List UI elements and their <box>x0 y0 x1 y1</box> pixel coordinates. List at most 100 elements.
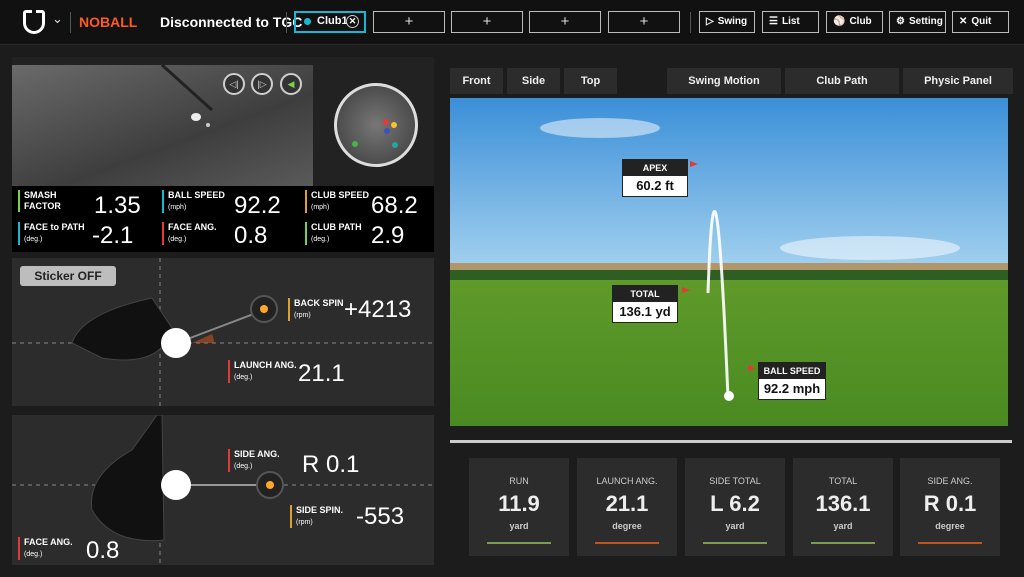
club-icon: ⚾ <box>833 16 846 27</box>
unit-text: (deg.) <box>234 374 253 381</box>
prev-frame-button[interactable]: ◁| <box>223 73 245 95</box>
course-view <box>450 98 1008 426</box>
divider-line <box>450 440 1012 443</box>
stat-value: 2.9 <box>371 222 405 249</box>
top-view-graphic <box>12 415 434 565</box>
unit-text: (mph) <box>311 204 330 211</box>
tab-side[interactable]: Side <box>507 68 560 94</box>
setting-button[interactable]: ⚙ Setting <box>889 11 946 33</box>
stat-value: 92.2 <box>234 192 281 219</box>
ball-flight-scene: APEX 60.2 ft TOTAL 136.1 yd BALL SPEED 9… <box>450 98 1008 426</box>
apex-value: 60.2 ft <box>636 178 674 193</box>
top-bar: ⌄ NOBALL Disconnected to TGC Club1 ✕ + +… <box>0 0 1024 45</box>
result-card: LAUNCH ANG. 21.1 degree <box>577 458 677 556</box>
card-value: 136.1 <box>815 491 871 516</box>
list-icon: ☰ <box>769 16 778 27</box>
quit-button-label: Quit <box>971 16 992 27</box>
result-card: SIDE ANG. R 0.1 degree <box>900 458 1000 556</box>
unit-text: (rpm) <box>294 312 311 319</box>
card-unit: yard <box>833 521 853 531</box>
tab-club-path[interactable]: Club Path <box>785 68 899 94</box>
ball-speed-value: 92.2 mph <box>763 381 821 396</box>
impact-dots <box>352 119 398 148</box>
club-button[interactable]: ⚾ Club <box>826 11 883 33</box>
stat-value: 1.35 <box>94 192 141 219</box>
brand-logo-icon[interactable] <box>23 10 45 34</box>
divider <box>690 12 691 33</box>
side-ang-label: SIDE ANG. (deg.) <box>228 449 280 472</box>
tab-club1[interactable]: Club1 ✕ <box>294 11 366 33</box>
stat-label: BALL SPEED (mph) <box>162 190 232 213</box>
unit-text: (mph) <box>168 204 187 211</box>
stat-value: 68.2 <box>371 192 418 219</box>
label-text: SIDE SPIN. <box>296 505 344 515</box>
total-value: 136.1 yd <box>619 304 671 319</box>
card-unit: degree <box>935 521 965 531</box>
card-title: SIDE ANG. <box>927 476 973 486</box>
card-accent-bar <box>703 542 767 544</box>
card-title: SIDE TOTAL <box>709 476 761 486</box>
label-text: FACE ANG. <box>24 537 73 547</box>
label-text: CLUB PATH <box>311 222 362 232</box>
tab-club1-label: Club1 <box>317 15 348 27</box>
back-spin-value: +4213 <box>344 296 412 323</box>
unit-text: (deg.) <box>24 236 43 243</box>
club-button-label: Club <box>849 16 872 27</box>
card-unit: degree <box>612 521 642 531</box>
card-unit: yard <box>725 521 745 531</box>
tab-front[interactable]: Front <box>450 68 503 94</box>
play-button[interactable]: ◀ <box>280 73 302 95</box>
close-icon: ✕ <box>959 16 968 27</box>
label-text: CLUB SPEED <box>311 190 370 200</box>
label-text: BALL SPEED <box>168 190 225 200</box>
add-club-tab-3[interactable]: + <box>529 11 601 33</box>
total-label: TOTAL <box>613 286 677 302</box>
launch-ang-label: LAUNCH ANG. (deg.) <box>228 360 297 383</box>
stat-label: CLUB SPEED (mph) <box>305 190 375 213</box>
card-value: 21.1 <box>605 491 649 516</box>
swing-button-label: Swing <box>717 16 748 27</box>
chevron-down-icon[interactable]: ⌄ <box>52 11 63 27</box>
add-club-tab-1[interactable]: + <box>373 11 445 33</box>
tab-swing-motion[interactable]: Swing Motion <box>667 68 781 94</box>
add-club-tab-4[interactable]: + <box>608 11 680 33</box>
next-frame-button[interactable]: |▷ <box>251 73 273 95</box>
divider <box>70 12 71 33</box>
apex-callout: APEX 60.2 ft <box>622 159 688 197</box>
list-button[interactable]: ☰ List <box>762 11 819 33</box>
launch-ang-value: 21.1 <box>298 360 345 387</box>
swing-button[interactable]: ▷ Swing <box>699 11 755 33</box>
mode-indicator: NOBALL <box>79 14 138 30</box>
card-value: L 6.2 <box>710 491 760 516</box>
gear-icon: ⚙ <box>896 16 905 27</box>
sticker-toggle-button[interactable]: Sticker OFF <box>20 266 116 286</box>
play-circle-icon: ▷ <box>706 16 714 27</box>
stats-panel: SMASH FACTOR 1.35 BALL SPEED (mph) 92.2 C… <box>12 186 434 252</box>
card-accent-bar <box>918 542 982 544</box>
result-card: SIDE TOTAL L 6.2 yard <box>685 458 785 556</box>
stat-label: CLUB PATH (deg.) <box>305 222 365 245</box>
back-spin-label: BACK SPIN (rpm) <box>288 298 344 321</box>
card-accent-bar <box>595 542 659 544</box>
impact-video: ◁| |▷ ◀ <box>12 65 313 186</box>
label-text: LAUNCH ANG. <box>234 360 297 370</box>
impact-location-view <box>334 83 418 167</box>
stat-label: FACE to PATH (deg.) <box>18 222 88 245</box>
side-spin-label: SIDE SPIN. (rpm) <box>290 505 343 528</box>
side-spin-value: -553 <box>356 503 405 530</box>
card-value: R 0.1 <box>923 491 977 516</box>
total-callout: TOTAL 136.1 yd <box>612 285 678 323</box>
card-title: LAUNCH ANG. <box>596 476 658 486</box>
tab-top[interactable]: Top <box>564 68 617 94</box>
quit-button[interactable]: ✕ Quit <box>952 11 1009 33</box>
label-text: SIDE ANG. <box>234 449 280 459</box>
close-icon[interactable]: ✕ <box>346 15 359 28</box>
top-view-panel: SIDE ANG. (deg.) R 0.1 SIDE SPIN. (rpm) -5… <box>12 415 434 565</box>
result-card: TOTAL 136.1 yard <box>793 458 893 556</box>
tab-physic-panel[interactable]: Physic Panel <box>903 68 1013 94</box>
stat-label: SMASH FACTOR <box>18 190 78 212</box>
label-text: BACK SPIN <box>294 298 344 308</box>
add-club-tab-2[interactable]: + <box>451 11 523 33</box>
stat-value: -2.1 <box>92 222 134 249</box>
side-view-panel: Sticker OFF BACK SPIN (rpm) +4213 LAUNCH … <box>12 258 434 406</box>
